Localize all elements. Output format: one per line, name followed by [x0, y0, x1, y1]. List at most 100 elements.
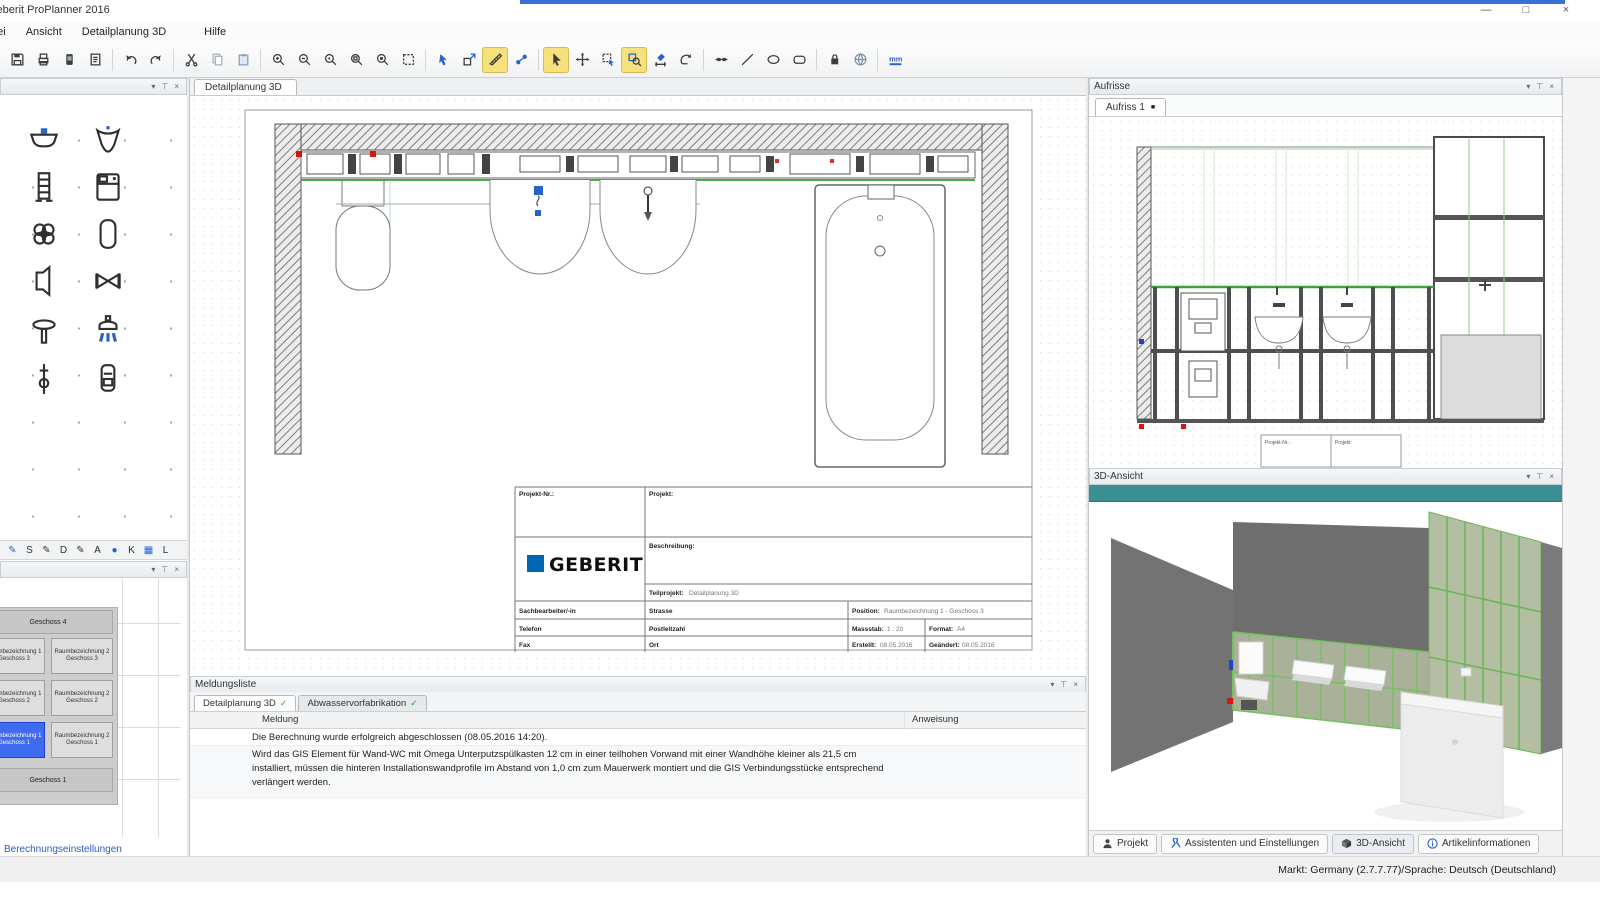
zoom-region-icon[interactable] — [621, 47, 647, 73]
pin-icon[interactable]: ⊤ — [158, 565, 171, 574]
annotation-pen-blue-icon[interactable]: ✎ — [4, 542, 21, 558]
room-item[interactable]: Raumbezeichnung 2Geschoss 3 — [51, 638, 113, 674]
menu-ansicht[interactable]: Ansicht — [16, 24, 72, 40]
lock-icon[interactable] — [821, 47, 847, 73]
menu-datei[interactable]: Datei — [0, 24, 16, 40]
units-mm-icon[interactable]: mm — [882, 47, 908, 73]
annotation-label-a[interactable]: A — [89, 542, 106, 558]
minimize-button[interactable]: — — [1466, 0, 1506, 20]
redo-icon[interactable] — [143, 47, 169, 73]
annotation-label-s[interactable]: S — [21, 542, 38, 558]
tab-detailplanung-3d[interactable]: Detailplanung 3D — [194, 79, 297, 95]
move-icon[interactable] — [569, 47, 595, 73]
draw-rectangle-icon[interactable] — [786, 47, 812, 73]
save-icon[interactable] — [4, 47, 30, 73]
draw-line-icon[interactable] — [734, 47, 760, 73]
annotation-label-k[interactable]: K — [123, 542, 140, 558]
zoom-previous-icon[interactable] — [317, 47, 343, 73]
annotation-label-d[interactable]: D — [55, 542, 72, 558]
shower-icon[interactable] — [88, 311, 128, 351]
washing-machine-icon[interactable] — [88, 167, 128, 207]
pin-icon[interactable]: ⊤ — [1057, 680, 1070, 689]
bathtub-icon[interactable] — [88, 214, 128, 254]
washbasin-icon[interactable] — [24, 121, 64, 161]
print-icon[interactable] — [30, 47, 56, 73]
annotation-label-l[interactable]: L — [157, 542, 174, 558]
copy-icon[interactable] — [204, 47, 230, 73]
tee-valve-icon[interactable] — [24, 311, 64, 351]
zoom-in-icon[interactable] — [265, 47, 291, 73]
close-tab-icon[interactable]: ■ — [1151, 104, 1155, 111]
select-area-icon[interactable] — [595, 47, 621, 73]
insert-object-icon[interactable] — [456, 47, 482, 73]
tab-artikelinformationen[interactable]: Artikelinformationen — [1418, 834, 1539, 854]
urinal-icon[interactable] — [88, 121, 128, 161]
close-panel-icon[interactable]: × — [171, 82, 182, 91]
paste-icon[interactable] — [230, 47, 256, 73]
dropdown-icon[interactable]: ▾ — [1047, 680, 1057, 689]
annotation-pen2-icon[interactable]: ✎ — [72, 542, 89, 558]
pipe-coupling-icon[interactable] — [88, 261, 128, 301]
room-item[interactable]: Raumbezeichnung 1Geschoss 3 — [0, 638, 45, 674]
stop-valve-icon[interactable] — [24, 359, 64, 399]
room-item-selected[interactable]: Raumbezeichnung 1Geschoss 1 — [0, 722, 45, 758]
tab-detailplanung-messages[interactable]: Detailplanung 3D✓ — [194, 695, 296, 711]
select-icon[interactable] — [543, 47, 569, 73]
annotation-pen-icon[interactable]: ✎ — [38, 542, 55, 558]
rotate-icon[interactable] — [673, 47, 699, 73]
dropdown-icon[interactable]: ▾ — [148, 565, 158, 574]
message-row[interactable]: Die Berechnung wurde erfolgreich abgesch… — [190, 729, 1086, 746]
close-panel-icon[interactable]: × — [171, 565, 182, 574]
zoom-all-icon[interactable] — [369, 47, 395, 73]
tab-assistenten-und-einstellungen[interactable]: Assistenten und Einstellungen — [1161, 834, 1328, 854]
connect-icon[interactable] — [508, 47, 534, 73]
zoom-extents-icon[interactable] — [395, 47, 421, 73]
maximize-button[interactable]: □ — [1506, 0, 1546, 20]
tab-projekt[interactable]: Projekt — [1093, 834, 1157, 854]
tab-3d-ansicht[interactable]: 3D-Ansicht — [1332, 834, 1414, 854]
pin-icon[interactable]: ⊤ — [1533, 472, 1546, 481]
view3d-canvas[interactable] — [1089, 502, 1562, 830]
zoom-out-icon[interactable] — [291, 47, 317, 73]
menu-hilfe[interactable]: Hilfe — [194, 24, 236, 40]
dimension-chain-icon[interactable] — [708, 47, 734, 73]
floor-bar-bottom[interactable]: Geschoss 1 — [0, 768, 113, 792]
zoom-window-icon[interactable] — [343, 47, 369, 73]
pointer-refresh-icon[interactable] — [430, 47, 456, 73]
cut-icon[interactable] — [178, 47, 204, 73]
close-panel-icon[interactable]: × — [1070, 680, 1081, 689]
annotation-dot-blue-icon[interactable]: ● — [106, 542, 123, 558]
project-structure-canvas[interactable]: Geschoss 4 Raumbezeichnung 1Geschoss 3 R… — [0, 579, 187, 837]
measure-icon[interactable] — [482, 47, 508, 73]
tab-aufriss-1[interactable]: Aufriss 1■ — [1095, 98, 1166, 116]
plot-device-icon[interactable] — [56, 47, 82, 73]
undo-icon[interactable] — [117, 47, 143, 73]
annotation-grid-blue-icon[interactable]: ▦ — [140, 542, 157, 558]
close-panel-icon[interactable]: × — [1546, 472, 1557, 481]
globe-icon[interactable] — [847, 47, 873, 73]
tab-abwasservorfabrikation-messages[interactable]: Abwasservorfabrikation✓ — [298, 695, 426, 711]
dropdown-icon[interactable]: ▾ — [1523, 82, 1533, 91]
pin-icon[interactable]: ⊤ — [1533, 82, 1546, 91]
fixture-palette-canvas[interactable] — [0, 95, 187, 540]
floor-drain-icon[interactable] — [24, 214, 64, 254]
dimension-icon[interactable] — [647, 47, 673, 73]
floor-plan-canvas[interactable]: Projekt-Nr.: Projekt: Beschreibung: GEBE… — [190, 96, 1086, 676]
cistern-icon[interactable] — [88, 359, 128, 399]
draw-ellipse-icon[interactable] — [760, 47, 786, 73]
calculation-settings-link[interactable]: Berechnungseinstellungen — [4, 844, 122, 855]
dropdown-icon[interactable]: ▾ — [148, 82, 158, 91]
dropdown-icon[interactable]: ▾ — [1523, 472, 1533, 481]
pin-icon[interactable]: ⊤ — [158, 82, 171, 91]
elevation-canvas[interactable]: Projekt-Nr.: Projekt: — [1089, 117, 1562, 468]
room-item[interactable]: Raumbezeichnung 1Geschoss 2 — [0, 680, 45, 716]
room-item[interactable]: Raumbezeichnung 2Geschoss 1 — [51, 722, 113, 758]
menu-detailplanung-3d[interactable]: Detailplanung 3D — [72, 24, 176, 40]
corner-outlet-icon[interactable] — [24, 261, 64, 301]
view3d-toolbar-strip[interactable] — [1089, 485, 1562, 502]
installation-element-icon[interactable] — [24, 167, 64, 207]
message-row[interactable]: Wird das GIS Element für Wand-WC mit Ome… — [190, 746, 1086, 798]
report-icon[interactable] — [82, 47, 108, 73]
room-item[interactable]: Raumbezeichnung 2Geschoss 2 — [51, 680, 113, 716]
close-button[interactable]: × — [1546, 0, 1586, 20]
